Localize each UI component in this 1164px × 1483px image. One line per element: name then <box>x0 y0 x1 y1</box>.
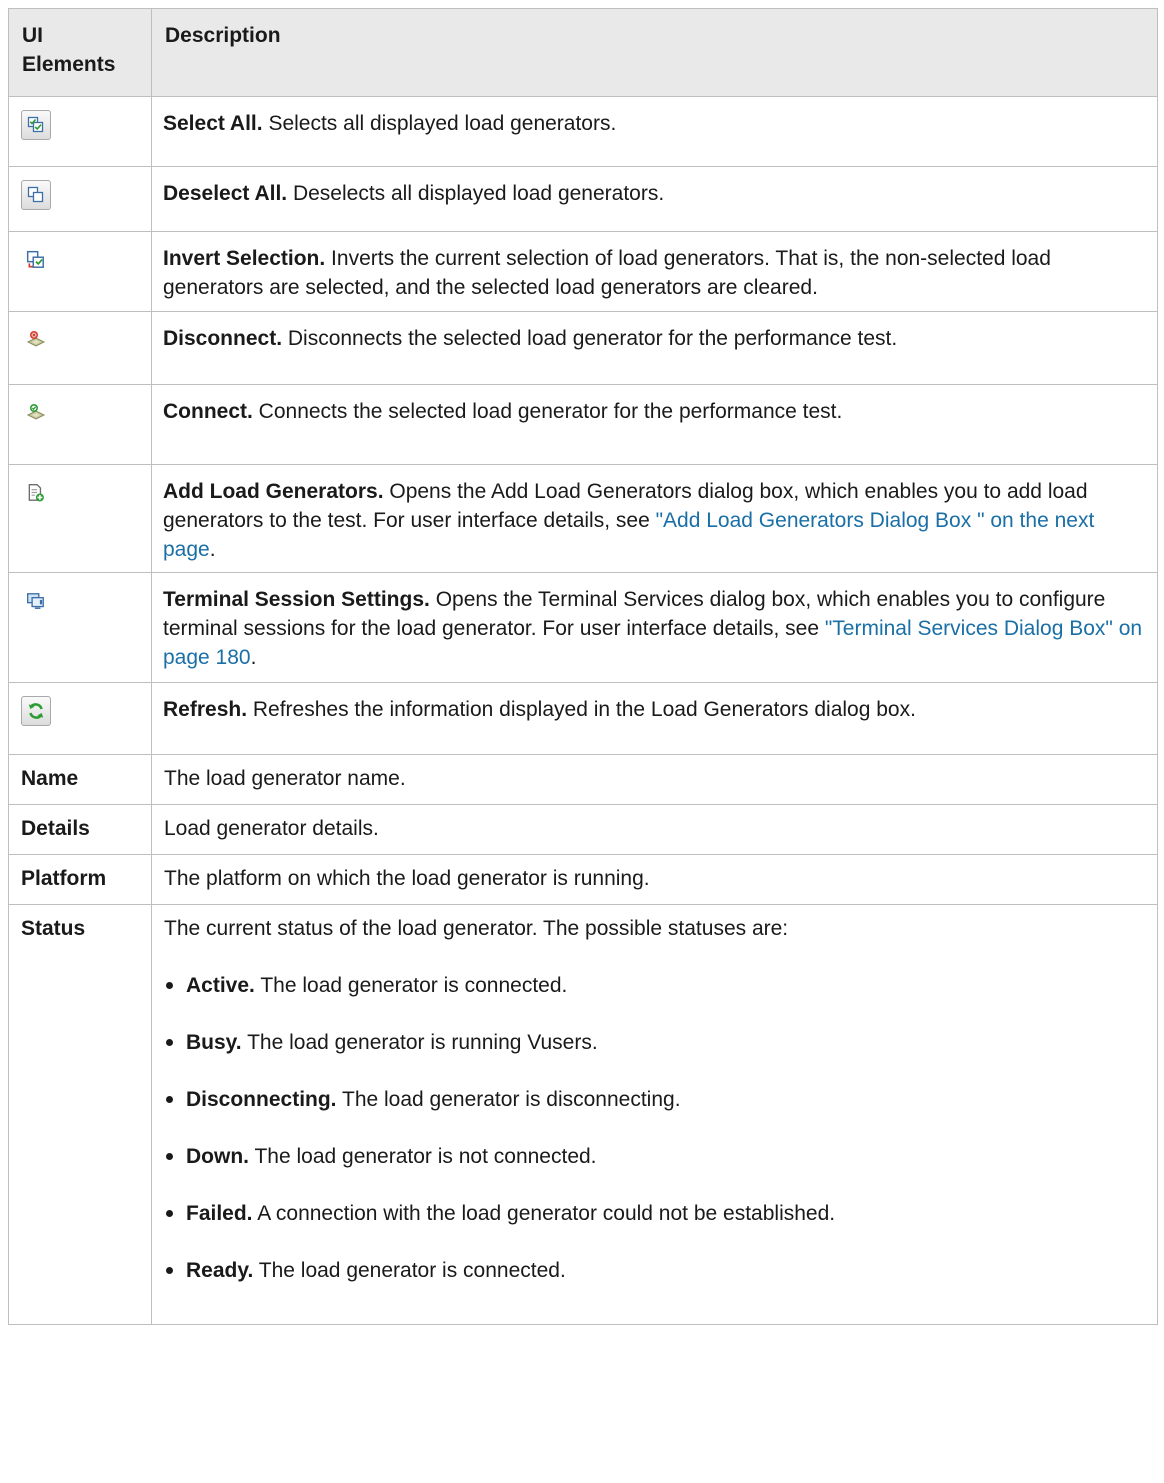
field-name: Platform <box>8 854 152 905</box>
table-row: Refresh. Refreshes the information displ… <box>8 682 1158 755</box>
add-load-generators-button[interactable] <box>21 478 51 508</box>
status-description: The current status of the load generator… <box>151 904 1158 1325</box>
table-row: Platform The platform on which the load … <box>8 854 1158 905</box>
list-item: Failed. A connection with the load gener… <box>164 1199 1145 1228</box>
select-all-icon <box>27 116 44 133</box>
table-row: Terminal Session Settings. Opens the Ter… <box>8 572 1158 683</box>
row-description: Disconnect. Disconnects the selected loa… <box>151 311 1158 385</box>
row-description: Invert Selection. Inverts the current se… <box>151 231 1158 312</box>
row-description: Select All. Selects all displayed load g… <box>151 96 1158 167</box>
table-row: Name The load generator name. <box>8 754 1158 805</box>
list-item: Active. The load generator is connected. <box>164 971 1145 1000</box>
table-header-row: UI Elements Description <box>8 8 1158 97</box>
row-description: Refresh. Refreshes the information displ… <box>151 682 1158 755</box>
table-row: Connect. Connects the selected load gene… <box>8 384 1158 465</box>
invert-selection-icon <box>26 250 44 268</box>
list-item: Down. The load generator is not connecte… <box>164 1142 1145 1171</box>
row-description: Connect. Connects the selected load gene… <box>151 384 1158 465</box>
status-list: Active. The load generator is connected.… <box>164 971 1145 1285</box>
disconnect-icon <box>26 330 46 347</box>
field-description: The platform on which the load generator… <box>151 854 1158 905</box>
table-row: Details Load generator details. <box>8 804 1158 855</box>
header-ui-elements: UI Elements <box>8 8 152 97</box>
refresh-icon <box>28 703 44 719</box>
table-row: Select All. Selects all displayed load g… <box>8 96 1158 167</box>
status-intro: The current status of the load generator… <box>164 917 789 940</box>
header-description: Description <box>151 8 1158 97</box>
ui-elements-table: UI Elements Description Select All. Sele… <box>8 8 1158 1325</box>
table-row: Invert Selection. Inverts the current se… <box>8 231 1158 312</box>
select-all-button[interactable] <box>21 110 51 140</box>
list-item: Ready. The load generator is connected. <box>164 1256 1145 1285</box>
table-row: Add Load Generators. Opens the Add Load … <box>8 464 1158 573</box>
field-name: Name <box>8 754 152 805</box>
deselect-all-button[interactable] <box>21 180 51 210</box>
table-row: Status The current status of the load ge… <box>8 904 1158 1325</box>
table-row: Disconnect. Disconnects the selected loa… <box>8 311 1158 385</box>
invert-selection-button[interactable] <box>21 245 51 275</box>
field-description: Load generator details. <box>151 804 1158 855</box>
add-load-generators-icon <box>28 484 44 502</box>
field-name: Status <box>8 904 152 1325</box>
deselect-all-icon <box>27 186 44 203</box>
table-row: Deselect All. Deselects all displayed lo… <box>8 166 1158 232</box>
disconnect-button[interactable] <box>21 325 51 355</box>
field-name: Details <box>8 804 152 855</box>
row-description: Add Load Generators. Opens the Add Load … <box>151 464 1158 573</box>
list-item: Busy. The load generator is running Vuse… <box>164 1028 1145 1057</box>
row-description: Terminal Session Settings. Opens the Ter… <box>151 572 1158 683</box>
terminal-session-settings-button[interactable] <box>21 586 51 616</box>
list-item: Disconnecting. The load generator is dis… <box>164 1085 1145 1114</box>
terminal-session-icon <box>27 593 44 609</box>
connect-button[interactable] <box>21 398 51 428</box>
field-description: The load generator name. <box>151 754 1158 805</box>
refresh-button[interactable] <box>21 696 51 726</box>
connect-icon <box>26 403 46 420</box>
row-description: Deselect All. Deselects all displayed lo… <box>151 166 1158 232</box>
